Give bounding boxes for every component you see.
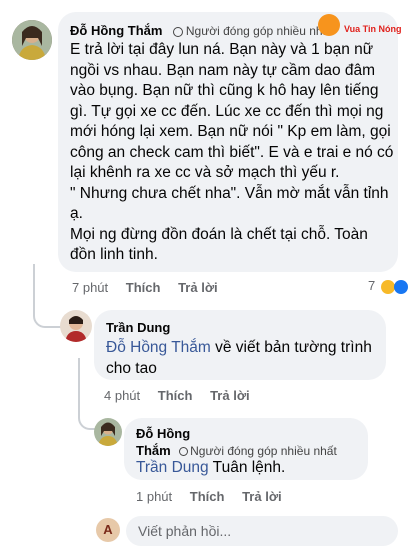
avatar-do-hong-tham[interactable] bbox=[12, 20, 52, 60]
avatar-do-hong-tham[interactable] bbox=[94, 418, 122, 446]
top-fan-badge: Người đóng góp nhiều nhất bbox=[172, 24, 333, 38]
comment-actions-1: 7 phút Thích Trả lời bbox=[72, 280, 232, 295]
like-reaction-icon bbox=[394, 279, 408, 294]
reply-button[interactable]: Trả lời bbox=[242, 489, 282, 504]
reply-button[interactable]: Trả lời bbox=[178, 280, 218, 295]
reaction-summary[interactable]: 7 bbox=[368, 278, 408, 294]
thread-line bbox=[78, 358, 96, 430]
comment-time[interactable]: 1 phút bbox=[136, 489, 172, 504]
comment-text-rest: Tuân lệnh. bbox=[208, 459, 286, 476]
avatar-tran-dung[interactable] bbox=[60, 310, 92, 342]
comment-actions-3: 1 phút Thích Trả lời bbox=[136, 489, 296, 504]
contributor-badge-icon bbox=[172, 26, 183, 37]
mention-link[interactable]: Đỗ Hồng Thắm bbox=[106, 339, 211, 356]
comment-header-1: Đỗ Hồng Thắm Người đóng góp nhiều nhất bbox=[70, 22, 333, 40]
comment-bubble-3: Đỗ Hồng Thắm Người đóng góp nhiều nhất T… bbox=[124, 418, 368, 480]
comment-actions-2: 4 phút Thích Trả lời bbox=[104, 388, 264, 403]
comment-time[interactable]: 7 phút bbox=[72, 280, 108, 295]
watermark-text: Vua Tin Nóng bbox=[344, 24, 402, 34]
comment-bubble-2: Trần Dung Đỗ Hồng Thắm về viết bản tường… bbox=[94, 310, 386, 380]
reply-input[interactable]: Viết phản hồi... bbox=[126, 516, 398, 546]
reply-button[interactable]: Trả lời bbox=[210, 388, 250, 403]
top-fan-badge: Người đóng góp nhiều nhất bbox=[179, 444, 337, 458]
reaction-count: 7 bbox=[368, 278, 376, 293]
watermark-emblem-icon bbox=[318, 14, 340, 36]
current-user-avatar: A bbox=[96, 518, 120, 542]
comment-author[interactable]: Trần Dung bbox=[106, 320, 170, 335]
contributor-badge-icon bbox=[179, 447, 189, 457]
avatar-letter: A bbox=[103, 522, 113, 537]
haha-reaction-icon bbox=[380, 279, 395, 294]
like-button[interactable]: Thích bbox=[126, 280, 161, 295]
mention-link[interactable]: Trần Dung bbox=[136, 459, 209, 476]
comment-author-line1[interactable]: Đỗ Hồng bbox=[136, 426, 190, 441]
watermark-logo: Vua Tin Nóng bbox=[318, 14, 408, 48]
badge-label: Người đóng góp nhiều nhất bbox=[185, 24, 333, 38]
avatar-photo-icon bbox=[60, 310, 92, 342]
comment-text: E trả lời tại đây lun ná. Bạn này và 1 b… bbox=[70, 41, 394, 263]
like-button[interactable]: Thích bbox=[190, 489, 225, 504]
reply-placeholder: Viết phản hồi... bbox=[138, 523, 232, 539]
badge-label: Người đóng góp nhiều nhất bbox=[190, 444, 337, 458]
like-button[interactable]: Thích bbox=[158, 388, 193, 403]
avatar-photo-icon bbox=[12, 20, 52, 60]
comment-text: Trần Dung Tuân lệnh. bbox=[136, 458, 285, 479]
comment-time[interactable]: 4 phút bbox=[104, 388, 140, 403]
comment-text: Đỗ Hồng Thắm về viết bản tường trình cho… bbox=[106, 338, 381, 379]
comment-bubble-1: Đỗ Hồng Thắm Người đóng góp nhiều nhất E… bbox=[58, 12, 398, 272]
comment-author[interactable]: Đỗ Hồng Thắm bbox=[70, 23, 162, 38]
comment-author-line2[interactable]: Thắm bbox=[136, 443, 171, 458]
avatar-photo-icon bbox=[94, 418, 122, 446]
thread-line bbox=[33, 264, 61, 328]
